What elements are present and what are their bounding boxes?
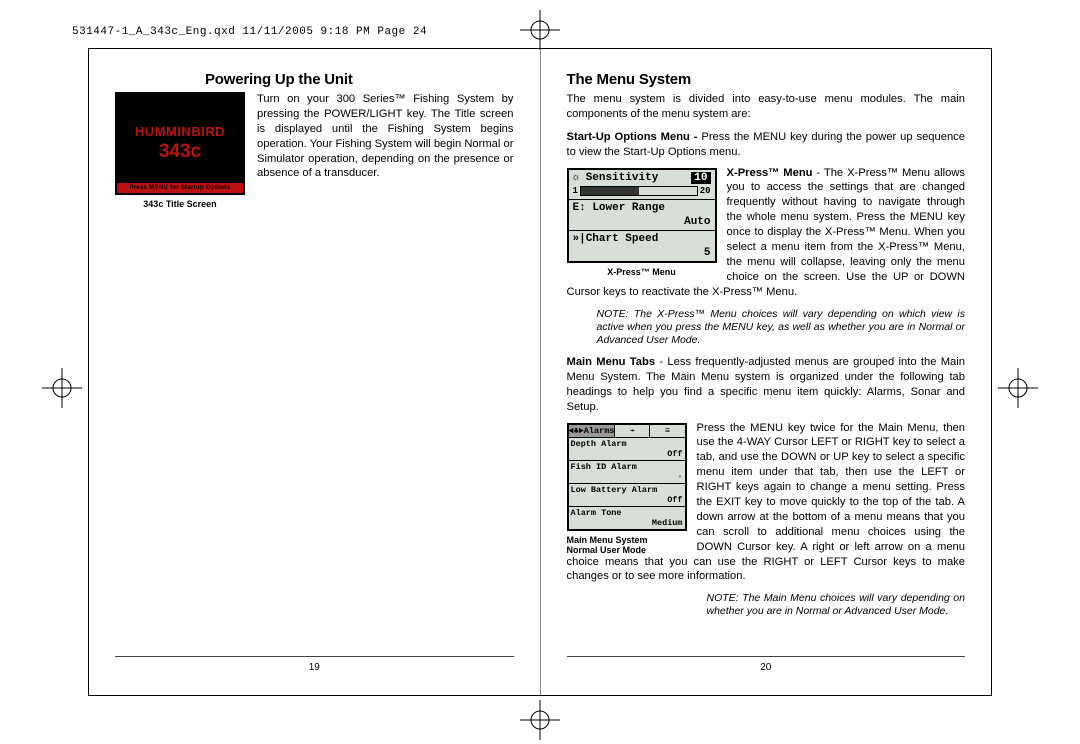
heading-menu-system: The Menu System	[567, 71, 966, 88]
page-number-left: 19	[89, 662, 540, 673]
para-main-tabs: Main Menu Tabs - Less frequently-adjuste…	[567, 355, 966, 415]
xpress-chart-label: Chart Speed	[586, 233, 659, 245]
mm-depth-alarm-value: Off	[571, 449, 683, 459]
figure-xpress-menu: ☼ Sensitivity 10 1 20 E↕ Lower Range Aut…	[567, 168, 717, 277]
tab-setup-icon: ≡	[650, 425, 684, 437]
heading-powering-up: Powering Up the Unit	[205, 71, 514, 88]
xpress-sensitivity-value: 10	[691, 172, 710, 184]
para-intro: The menu system is divided into easy-to-…	[567, 92, 966, 122]
note-main-menu: NOTE: The Main Menu choices will vary de…	[567, 592, 966, 618]
xpress-sensitivity-label: Sensitivity	[586, 172, 659, 184]
print-slug: 531447-1_A_343c_Eng.qxd 11/11/2005 9:18 …	[72, 26, 427, 38]
registration-mark-right	[998, 368, 1038, 408]
mm-alarm-tone-value: Medium	[571, 518, 683, 528]
mm-lowbatt-alarm-value: Off	[571, 495, 683, 505]
mm-fishid-alarm-label: Fish ID Alarm	[571, 462, 683, 472]
para-startup-options: Start-Up Options Menu - Press the MENU k…	[567, 130, 966, 160]
page-left: Powering Up the Unit HUMMINBIRD 343c Pre…	[89, 49, 540, 695]
xpress-sensitivity-slider: 1 20	[569, 186, 715, 199]
caption-main-menu-2: Normal User Mode	[567, 545, 687, 555]
mm-alarm-tone-label: Alarm Tone	[571, 508, 683, 518]
xpress-lower-value: Auto	[569, 216, 715, 230]
xpress-chart-value: 5	[569, 247, 715, 261]
mm-lowbatt-alarm-label: Low Battery Alarm	[571, 485, 683, 495]
note-xpress: NOTE: The X-Press™ Menu choices will var…	[567, 308, 966, 347]
footer-rule	[115, 656, 514, 657]
title-screen-brand: HUMMINBIRD	[121, 124, 239, 139]
xpress-lower-label: Lower Range	[592, 202, 665, 214]
title-screen-model: 343c	[121, 141, 239, 163]
slider-max: 20	[700, 186, 711, 196]
figure-title-screen: HUMMINBIRD 343c Press MENU for Startup O…	[115, 92, 245, 209]
footer-rule-right	[567, 656, 966, 657]
label-main-tabs: Main Menu Tabs	[567, 356, 656, 368]
registration-mark-top	[520, 10, 560, 50]
page-number-right: 20	[541, 662, 992, 673]
page-right: The Menu System The menu system is divid…	[541, 49, 992, 695]
tab-alarms: ◄♣►Alarms	[569, 425, 616, 437]
registration-mark-bottom	[520, 700, 560, 740]
registration-mark-left	[42, 368, 82, 408]
mm-depth-alarm-label: Depth Alarm	[571, 439, 683, 449]
caption-xpress: X-Press™ Menu	[567, 267, 717, 277]
label-startup: Start-Up Options Menu -	[567, 131, 702, 143]
tab-sonar-icon: ⌁	[615, 425, 650, 437]
caption-title-screen: 343c Title Screen	[115, 199, 245, 209]
slider-min: 1	[573, 186, 578, 196]
figure-main-menu: ◄♣►Alarms ⌁ ≡ Depth AlarmOff Fish ID Ala…	[567, 423, 687, 555]
caption-main-menu-1: Main Menu System	[567, 535, 687, 545]
para-powering-up: Turn on your 300 Series™ Fishing System …	[257, 92, 514, 209]
label-xpress: X-Press™ Menu	[727, 167, 813, 179]
page-spread: Powering Up the Unit HUMMINBIRD 343c Pre…	[88, 48, 992, 696]
title-screen-bar: Press MENU for Startup Options	[117, 183, 243, 193]
mm-fishid-alarm-value: ◦	[571, 472, 683, 482]
